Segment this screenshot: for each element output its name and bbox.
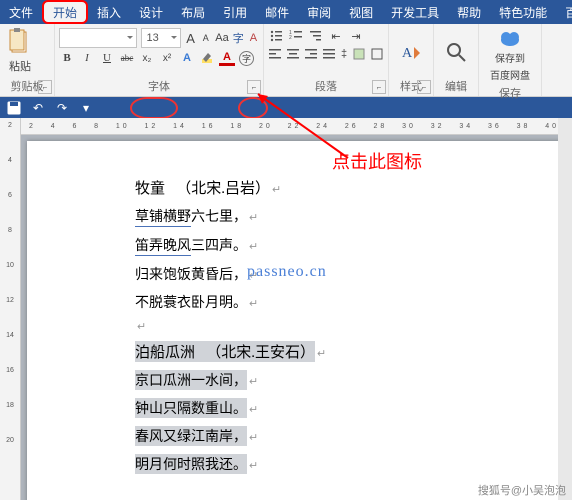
tab-insert[interactable]: 插入 — [88, 0, 130, 24]
empty-line: ↵ — [135, 320, 565, 333]
tab-mailings[interactable]: 邮件 — [256, 0, 298, 24]
clear-format-icon[interactable]: A — [248, 30, 259, 46]
tab-file[interactable]: 文件 — [0, 0, 42, 24]
poem2-line3: 春风又绿江南岸，↵ — [135, 426, 565, 446]
paragraph-launcher[interactable]: ⌐ — [372, 80, 386, 94]
page[interactable]: 牧童 （北宋.吕岩）↵ 草铺横野六七里，↵ 笛弄晚风三四声。↵ 归来饱饭黄昏后，… — [27, 141, 572, 500]
watermark: passneo.cn — [247, 263, 327, 281]
tab-references[interactable]: 引用 — [214, 0, 256, 24]
editing-group-label: 编辑 — [438, 77, 474, 96]
grow-font-icon[interactable]: A — [185, 30, 196, 46]
document-area: 2468101214161820 2 4 6 8 10 12 14 16 18 … — [0, 118, 572, 500]
bullets-icon[interactable] — [268, 28, 284, 44]
callout-text: 点击此图标 — [332, 148, 422, 174]
enclose-char-icon[interactable]: 字 — [239, 51, 254, 66]
font-size-select[interactable]: 13 — [141, 28, 181, 48]
cloud-icon — [499, 28, 521, 48]
save-baidu-l1: 保存到 — [495, 50, 525, 65]
phonetic-icon[interactable]: 字 — [233, 30, 244, 46]
svg-text:2: 2 — [289, 35, 292, 41]
paragraph-group-label: 段落 — [268, 77, 384, 96]
multilevel-icon[interactable] — [308, 28, 324, 44]
poem1-line4: 不脱蓑衣卧月明。↵ — [135, 292, 565, 312]
tab-review[interactable]: 审阅 — [298, 0, 340, 24]
strike-button[interactable]: abc — [119, 50, 135, 66]
vertical-scrollbar[interactable] — [558, 118, 572, 500]
poem2-line2: 钟山只隔数重山。↵ — [135, 398, 565, 418]
borders-icon[interactable] — [370, 46, 384, 62]
styles-launcher[interactable]: ⌐ — [417, 80, 431, 94]
horizontal-ruler: 2 4 6 8 10 12 14 16 18 20 22 24 26 28 30… — [21, 118, 572, 135]
find-icon — [445, 41, 467, 63]
italic-button[interactable]: I — [79, 50, 95, 66]
save-baidu-l2: 百度网盘 — [490, 67, 530, 82]
poem1-title: 牧童 （北宋.吕岩）↵ — [135, 177, 565, 198]
qat-undo-icon[interactable]: ↶ — [30, 100, 46, 116]
font-name-select[interactable] — [59, 28, 137, 48]
paste-icon — [8, 28, 32, 56]
tab-home[interactable]: 开始 — [42, 0, 88, 24]
credit: 搜狐号@小吴泡泡 — [478, 482, 566, 498]
editing-button[interactable] — [441, 39, 471, 65]
tab-developer[interactable]: 开发工具 — [382, 0, 448, 24]
subscript-button[interactable]: x₂ — [139, 50, 155, 66]
save-group-label: 保存 — [483, 84, 537, 103]
dec-indent-icon[interactable]: ⇤ — [328, 28, 344, 44]
ribbon: 粘贴 剪贴板 ⌐ 13 A A Aa 字 A B I U abc x₂ x² — [0, 24, 572, 97]
font-color-icon[interactable]: A — [219, 51, 235, 66]
paste-label: 粘贴 — [9, 58, 31, 74]
font-launcher[interactable]: ⌐ — [247, 80, 261, 94]
numbering-icon[interactable]: 12 — [288, 28, 304, 44]
font-group-label: 字体 — [59, 77, 259, 96]
poem2-line1: 京口瓜洲一水间，↵ — [135, 370, 565, 390]
poem2-line4: 明月何时照我还。↵ — [135, 454, 565, 474]
tab-layout[interactable]: 布局 — [172, 0, 214, 24]
poem1-line2: 笛弄晚风三四声。↵ — [135, 235, 565, 256]
align-left-icon[interactable] — [268, 46, 282, 62]
shrink-font-icon[interactable]: A — [200, 30, 211, 46]
justify-icon[interactable] — [322, 46, 336, 62]
tab-design[interactable]: 设计 — [130, 0, 172, 24]
bold-button[interactable]: B — [59, 50, 75, 66]
line-spacing-icon[interactable]: ‡ — [340, 46, 348, 62]
vertical-ruler: 2468101214161820 — [0, 118, 21, 500]
styles-icon: A — [400, 41, 422, 63]
superscript-button[interactable]: x² — [159, 50, 175, 66]
tab-view[interactable]: 视图 — [340, 0, 382, 24]
qat-redo-icon[interactable]: ↷ — [54, 100, 70, 116]
tab-baidu[interactable]: 百度网盘 — [556, 0, 572, 24]
paste-button[interactable]: 粘贴 — [4, 26, 36, 77]
qat-customize-icon[interactable]: ▾ — [78, 100, 94, 116]
menu-tabs: 文件 开始 插入 设计 布局 引用 邮件 审阅 视图 开发工具 帮助 特色功能 … — [0, 0, 572, 24]
poem2-title: 泊船瓜洲 （北宋.王安石）↵ — [135, 341, 565, 362]
inc-indent-icon[interactable]: ⇥ — [348, 28, 364, 44]
align-right-icon[interactable] — [304, 46, 318, 62]
poem1-line1: 草铺横野六七里，↵ — [135, 206, 565, 227]
qat-save-icon[interactable] — [6, 100, 22, 116]
align-center-icon[interactable] — [286, 46, 300, 62]
highlight-icon[interactable] — [199, 50, 215, 66]
save-baidu-button[interactable]: 保存到 百度网盘 — [486, 26, 534, 84]
clipboard-launcher[interactable]: ⌐ — [38, 80, 52, 94]
tab-special[interactable]: 特色功能 — [490, 0, 556, 24]
styles-button[interactable]: A — [396, 39, 426, 65]
poem1-line3: 归来饱饭黄昏后，↵ — [135, 264, 565, 284]
text-effects-icon[interactable]: A — [179, 50, 195, 66]
svg-text:A: A — [402, 46, 413, 61]
change-case-icon[interactable]: Aa — [215, 30, 228, 46]
shading-icon[interactable] — [352, 46, 366, 62]
tab-help[interactable]: 帮助 — [448, 0, 490, 24]
underline-button[interactable]: U — [99, 50, 115, 66]
